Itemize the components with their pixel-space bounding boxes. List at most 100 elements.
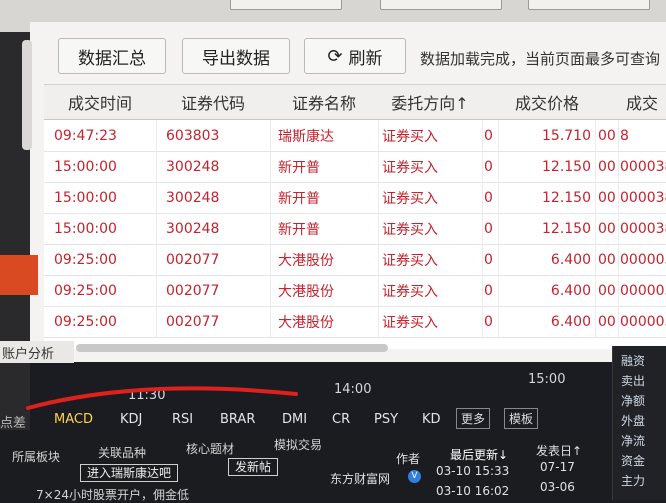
vertical-scrollbar[interactable] [22, 40, 32, 150]
cell-time: 09:25:00 [54, 306, 157, 337]
summary-button[interactable]: 数据汇总 [58, 38, 166, 74]
indicator-macd[interactable]: MACD [54, 412, 93, 427]
horizontal-scrollbar[interactable] [76, 344, 388, 352]
indicator-kd[interactable]: KD [422, 412, 441, 427]
cell-price: 6.400 [514, 244, 596, 275]
left-label: 点差 [0, 416, 27, 431]
top-button-1[interactable] [230, 0, 342, 10]
indicator-kdj[interactable]: KDJ [120, 412, 142, 427]
verified-icon: V [408, 470, 421, 483]
cell-name: 大港股份 [278, 244, 379, 275]
cell-mark: 00 [598, 306, 619, 337]
header-trade-time[interactable]: 成交时间 [44, 85, 157, 120]
table-row[interactable]: 09:25:00 002077大港股份证券买入0 6.400000000052 [44, 244, 666, 276]
top-button-3[interactable] [528, 0, 650, 10]
table-row[interactable]: 09:25:00 002077大港股份证券买入0 6.400000000052 [44, 306, 666, 338]
indicator-psy[interactable]: PSY [374, 412, 398, 427]
publish-date-2: 03-06 [540, 480, 575, 494]
indicator-bar: 点差 MACD KDJ RSI BRAR DMI CR PSY KD 更多 模板 [0, 404, 666, 431]
indicator-dmi[interactable]: DMI [282, 412, 307, 427]
cell-flag: 0 [484, 213, 499, 244]
table-row[interactable]: 09:25:00 002077大港股份证券买入0 6.400000000052 [44, 275, 666, 307]
table-row[interactable]: 15:00:00 300248新开普证券买入0 12.150000000383 [44, 182, 666, 214]
author-column-label: 作者 [396, 452, 421, 466]
cell-code: 002077 [166, 306, 271, 337]
right-item-1: 融资 [621, 354, 646, 368]
cell-extra: 8 [620, 120, 666, 151]
header-price[interactable]: 成交价格 [498, 85, 597, 120]
publish-sort-header[interactable]: 发表日↑ [536, 442, 582, 459]
cell-time: 15:00:00 [54, 182, 157, 213]
cell-mark: 00 [598, 120, 619, 151]
cell-extra: 0000383 [620, 151, 666, 182]
refresh-button[interactable]: ⟳ 刷新 [304, 38, 406, 74]
cell-flag: 0 [484, 120, 499, 151]
cell-name: 新开普 [278, 213, 379, 244]
account-analysis-label: 账户分析 [2, 346, 55, 362]
tab-sim-trade[interactable]: 模拟交易 [274, 436, 322, 453]
updated-time-1: 03-10 15:33 [436, 464, 510, 478]
time-label-1500: 15:00 [528, 372, 566, 387]
summary-button-label: 数据汇总 [78, 48, 146, 69]
header-narrow-col[interactable] [482, 85, 499, 120]
account-analysis-tab[interactable]: 账户分析 [0, 341, 74, 363]
cell-extra: 0000383 [620, 182, 666, 213]
cell-code: 300248 [166, 151, 271, 182]
cell-name: 新开普 [278, 151, 379, 182]
enter-forum-button[interactable]: 进入瑞斯康达吧 [80, 464, 179, 482]
cell-direction: 证券买入 [382, 306, 483, 337]
right-item-6: 资金 [621, 454, 646, 468]
indicator-cr[interactable]: CR [332, 412, 350, 427]
cell-time: 15:00:00 [54, 213, 157, 244]
author-name[interactable]: 东方财富网 [330, 470, 390, 487]
indicator-more-button[interactable]: 更多 [456, 408, 491, 429]
cell-code: 002077 [166, 244, 271, 275]
tab-related[interactable]: 关联品种 [98, 444, 146, 461]
header-security-code[interactable]: 证券代码 [156, 85, 271, 120]
cell-extra: 0000383 [620, 213, 666, 244]
table-row[interactable]: 15:00:00 300248新开普证券买入0 12.150000000383 [44, 213, 666, 245]
top-button-2[interactable] [380, 0, 502, 10]
bottom-forum-area: 所属板块 关联品种 核心题材 模拟交易 进入瑞斯康达吧 发新帖 7×24小时股票… [0, 430, 666, 503]
time-label-1400: 14:00 [334, 382, 372, 397]
indicator-brar[interactable]: BRAR [220, 412, 255, 427]
cell-mark: 00 [598, 275, 619, 306]
header-security-name-label: 证券名称 [291, 94, 356, 113]
header-security-name[interactable]: 证券名称 [270, 85, 379, 120]
side-red-tab[interactable] [0, 255, 38, 295]
cell-direction: 证券买入 [382, 213, 483, 244]
cell-flag: 0 [484, 306, 499, 337]
right-item-7: 主力 [621, 474, 646, 488]
cell-price: 12.150 [514, 151, 596, 182]
cell-code: 603803 [166, 120, 271, 151]
right-info-column: 融资 卖出 净额 外盘 净流 资金 主力 [612, 346, 666, 500]
cell-price: 12.150 [514, 213, 596, 244]
indicator-rsi[interactable]: RSI [172, 412, 193, 427]
table-row[interactable]: 09:47:23 603803 瑞斯康达 证券买入 0 15.710 00 8 [44, 120, 666, 152]
trade-table: 成交时间 证券代码 证券名称 委托方向↑ 成交价格 成交 09:47:23 603… [44, 84, 666, 349]
header-narrow-col-2[interactable] [596, 85, 619, 120]
indicator-template-button[interactable]: 模板 [504, 408, 539, 429]
status-message: 数据加载完成，当前页面最多可查询 [420, 50, 661, 68]
cell-direction: 证券买入 [382, 275, 483, 306]
header-direction[interactable]: 委托方向↑ [378, 85, 483, 120]
ad-text[interactable]: 7×24小时股票开户，佣金低 [36, 486, 189, 503]
export-button[interactable]: 导出数据 [182, 38, 290, 74]
header-amount[interactable]: 成交 [618, 85, 666, 120]
cell-code: 300248 [166, 213, 271, 244]
new-post-button[interactable]: 发新帖 [228, 458, 279, 476]
right-item-4: 外盘 [621, 414, 646, 428]
export-button-label: 导出数据 [202, 48, 270, 69]
cell-price: 15.710 [514, 120, 596, 151]
header-price-label: 成交价格 [514, 94, 579, 113]
table-row[interactable]: 15:00:00 300248新开普证券买入0 12.150000000383 [44, 151, 666, 183]
updated-sort-header[interactable]: 最后更新↓ [450, 446, 508, 463]
tab-sector[interactable]: 所属板块 [12, 448, 60, 465]
cell-time: 15:00:00 [54, 151, 157, 182]
cell-time: 09:47:23 [54, 120, 157, 151]
tab-theme[interactable]: 核心题材 [186, 440, 234, 457]
cell-mark: 00 [598, 213, 619, 244]
cell-name: 新开普 [278, 182, 379, 213]
cell-extra: 0000052 [620, 244, 666, 275]
cell-name: 大港股份 [278, 275, 379, 306]
